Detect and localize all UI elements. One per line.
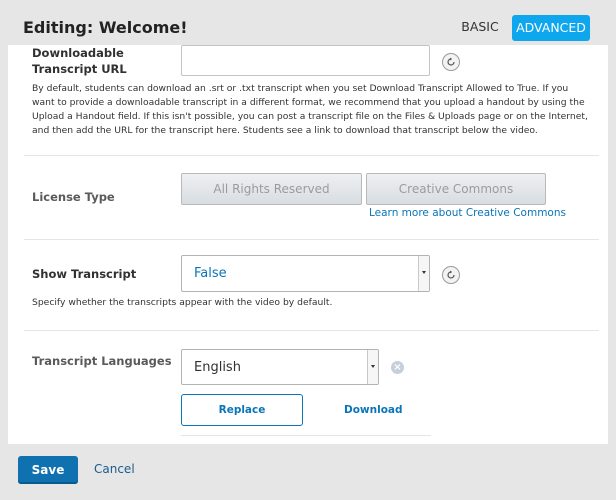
download-transcript-link[interactable]: Download [344,404,403,416]
creative-commons-button[interactable]: Creative Commons [366,173,546,205]
show-transcript-value: False [194,266,227,281]
replace-transcript-button[interactable]: Replace [181,394,303,426]
chevron-down-icon [418,256,429,291]
cancel-button[interactable]: Cancel [94,462,135,476]
learn-more-creative-commons-link[interactable]: Learn more about Creative Commons [369,207,566,219]
downloadable-transcript-label: Downloadable Transcript URL [32,46,127,76]
settings-panel[interactable]: Downloadable Transcript URL By default, … [8,45,608,444]
reset-icon [447,270,455,279]
show-transcript-select[interactable]: False [181,255,430,292]
license-type-label: License Type [32,190,115,204]
transcript-languages-label: Transcript Languages [32,354,172,368]
transcript-language-select[interactable]: English [181,349,379,385]
divider [181,435,431,436]
modal-header: Editing: Welcome! BASIC ADVANCED [0,0,616,50]
editor-modal: Editing: Welcome! BASIC ADVANCED Downloa… [0,0,616,500]
reset-icon [447,57,455,66]
modal-title: Editing: Welcome! [23,18,188,37]
all-rights-reserved-button[interactable]: All Rights Reserved [181,173,362,205]
scrollbar[interactable] [596,45,600,444]
divider [24,330,599,331]
downloadable-transcript-help: By default, students can download an .sr… [32,83,588,136]
reset-show-transcript-button[interactable] [442,266,460,284]
remove-language-close-icon[interactable]: × [391,361,404,374]
divider [24,239,599,240]
show-transcript-help: Specify whether the transcripts appear w… [32,297,333,308]
basic-mode-button[interactable]: BASIC [456,14,504,40]
reset-downloadable-transcript-button[interactable] [442,53,460,71]
save-button[interactable]: Save [18,456,78,484]
downloadable-transcript-url-input[interactable] [181,45,430,76]
transcript-language-value: English [194,360,241,375]
advanced-mode-button[interactable]: ADVANCED [512,15,590,41]
divider [24,155,599,156]
show-transcript-label: Show Transcript [32,267,137,281]
chevron-down-icon [367,350,378,384]
